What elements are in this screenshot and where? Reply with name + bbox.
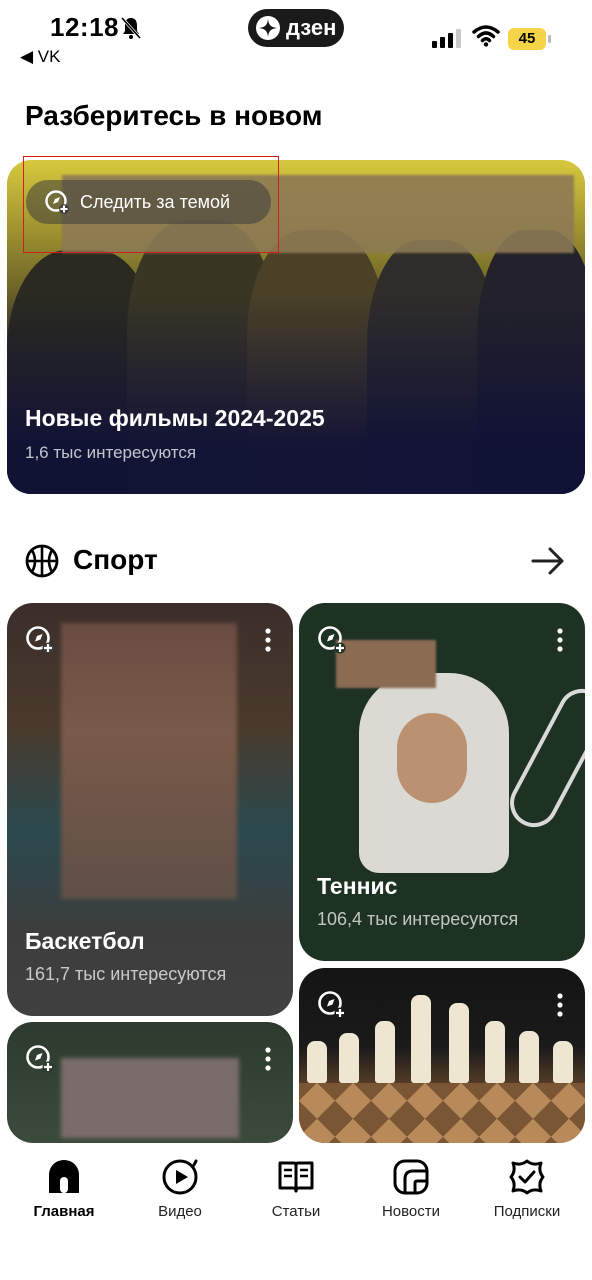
chess-piece-image [449, 1003, 469, 1083]
blurred-region [336, 640, 436, 688]
tab-subscriptions[interactable]: Подписки [472, 1157, 582, 1220]
home-icon [49, 1160, 79, 1193]
battery-tip [548, 35, 551, 43]
bell-muted-icon [120, 16, 142, 40]
section-title-sport: Спорт [73, 544, 158, 575]
tab-news[interactable]: Новости [356, 1157, 466, 1220]
cellular-signal-icon [432, 29, 461, 48]
tab-label: Новости [381, 1203, 441, 1220]
tennis-player-image [359, 673, 509, 873]
topic-card-chess[interactable] [299, 968, 585, 1143]
tab-label: Видео [158, 1203, 202, 1220]
status-bar: 12:18 ◀ VK дзен 45 [0, 0, 592, 80]
arrow-right-icon[interactable] [530, 546, 566, 576]
racket-image [501, 680, 585, 836]
wifi-icon [472, 25, 500, 47]
section-title-new: Разберитесь в новом [25, 100, 323, 131]
articles-icon [278, 1161, 314, 1193]
selection-frame [23, 156, 279, 253]
chess-piece-image [519, 1031, 539, 1083]
battery-indicator: 45 [508, 28, 552, 50]
chess-piece-image [307, 1041, 327, 1083]
topic-card-title: Теннис [317, 873, 398, 899]
topic-card-sport-partial[interactable] [7, 1022, 293, 1143]
chess-piece-image [375, 1021, 395, 1083]
chess-piece-image [411, 995, 431, 1083]
battery-level: 45 [508, 28, 546, 50]
more-options-icon[interactable] [557, 993, 563, 1017]
zen-app-pill[interactable]: дзен [248, 9, 344, 47]
blurred-region [61, 623, 237, 899]
compass-add-icon[interactable] [25, 1044, 55, 1074]
tab-articles[interactable]: Статьи [241, 1157, 351, 1220]
more-options-icon[interactable] [265, 1047, 271, 1071]
compass-add-icon[interactable] [25, 625, 55, 655]
chess-piece-image [553, 1041, 573, 1083]
blurred-region [61, 1058, 239, 1138]
more-options-icon[interactable] [557, 628, 563, 652]
topic-card-subtitle: 161,7 тыс интересуются [25, 964, 227, 984]
compass-add-icon[interactable] [317, 625, 347, 655]
video-icon [162, 1159, 198, 1195]
basketball-icon [25, 544, 59, 578]
zen-app-label: дзен [286, 15, 337, 40]
more-options-icon[interactable] [265, 628, 271, 652]
tab-label: Статьи [271, 1203, 321, 1220]
compass-add-icon[interactable] [317, 990, 347, 1020]
topic-card-basketball[interactable]: Баскетбол 161,7 тыс интересуются [7, 603, 293, 1016]
topic-card-subtitle: 1,6 тыс интересуются [25, 443, 197, 462]
bottom-tab-bar: Главная Видео Статьи Новости Подписки [0, 1143, 592, 1280]
chess-board-image [299, 1083, 585, 1143]
tab-label: Подписки [493, 1203, 561, 1220]
zen-logo-icon [256, 16, 280, 40]
topic-card-tennis[interactable]: Теннис 106,4 тыс интересуются [299, 603, 585, 961]
chess-piece-image [339, 1033, 359, 1083]
news-icon [393, 1159, 429, 1195]
topic-card-title: Баскетбол [25, 928, 145, 954]
tab-video[interactable]: Видео [125, 1157, 235, 1220]
chess-piece-image [485, 1021, 505, 1083]
topic-card-subtitle: 106,4 тыс интересуются [317, 909, 519, 929]
subscriptions-icon [509, 1159, 545, 1195]
tab-label: Главная [33, 1203, 95, 1220]
status-time: 12:18 [50, 12, 119, 42]
tennis-player-skin [397, 713, 467, 803]
tab-home[interactable]: Главная [9, 1157, 119, 1220]
topic-card-title: Новые фильмы 2024-2025 [25, 405, 325, 431]
back-to-app-link[interactable]: ◀ VK [20, 47, 60, 67]
